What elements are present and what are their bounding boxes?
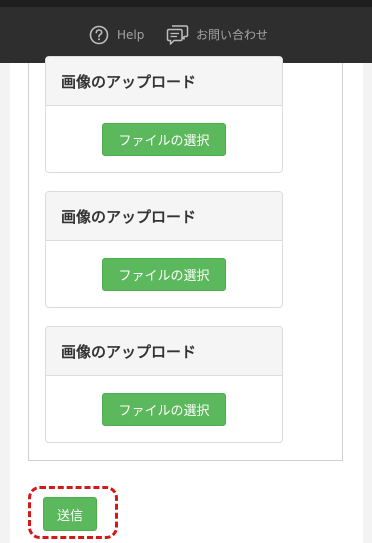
- submit-button[interactable]: 送信: [43, 497, 97, 531]
- upload-panel-header: 画像のアップロード: [46, 192, 282, 241]
- upload-panel-body: ファイルの選択: [46, 106, 282, 172]
- top-strip: [0, 0, 372, 7]
- main-content: 画像のアップロード ファイルの選択 画像のアップロード ファイルの選択 画像のア…: [10, 56, 363, 543]
- chat-bubbles-icon: [165, 23, 189, 47]
- top-navigation-bar: Help お問い合わせ: [0, 0, 372, 63]
- upload-panel-header: 画像のアップロード: [46, 57, 282, 106]
- upload-panel: 画像のアップロード ファイルの選択: [45, 191, 283, 308]
- upload-panel-body: ファイルの選択: [46, 376, 282, 442]
- upload-panel-title: 画像のアップロード: [61, 72, 197, 91]
- upload-panel-body: ファイルの選択: [46, 241, 282, 307]
- choose-file-button[interactable]: ファイルの選択: [102, 257, 226, 291]
- contact-label: お問い合わせ: [196, 28, 269, 42]
- upload-panel: 画像のアップロード ファイルの選択: [45, 56, 283, 173]
- upload-panel: 画像のアップロード ファイルの選択: [45, 326, 283, 443]
- choose-file-button[interactable]: ファイルの選択: [102, 392, 226, 426]
- upload-panel-title: 画像のアップロード: [61, 207, 197, 226]
- help-label: Help: [117, 28, 145, 42]
- question-circle-icon: [89, 25, 109, 45]
- contact-link[interactable]: お問い合わせ: [165, 23, 268, 47]
- help-link[interactable]: Help: [89, 24, 144, 46]
- choose-file-button[interactable]: ファイルの選択: [102, 122, 226, 156]
- upload-panel-header: 画像のアップロード: [46, 327, 282, 376]
- upload-panel-title: 画像のアップロード: [61, 342, 197, 361]
